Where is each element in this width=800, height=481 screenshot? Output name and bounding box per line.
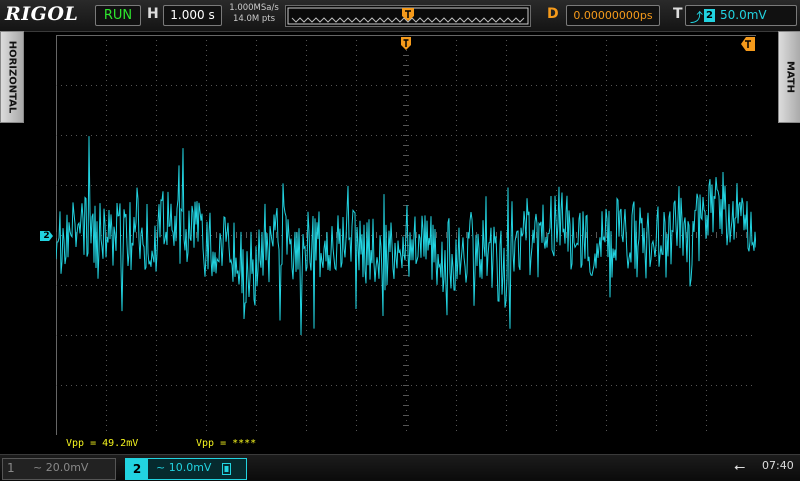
- channel-1-number: 1: [7, 461, 15, 475]
- trigger-level-marker-icon: [741, 37, 755, 51]
- bandwidth-limit-icon: [222, 463, 231, 475]
- waveform-memory-overview[interactable]: [285, 5, 531, 27]
- trigger-source-badge: 2: [704, 9, 715, 22]
- channel-2-number: 2: [126, 459, 148, 479]
- waveform-display[interactable]: [56, 35, 756, 435]
- trigger-settings[interactable]: ⤴ 2 50.0mV: [685, 5, 797, 26]
- math-tab-label: MATH: [784, 60, 796, 94]
- trigger-label: T: [673, 6, 683, 22]
- clock: 07:40: [762, 459, 794, 472]
- rising-edge-icon: ⤴: [690, 11, 704, 26]
- trigger-position-icon: [402, 8, 414, 21]
- usb-icon: ⭠: [734, 459, 746, 475]
- run-stop-status[interactable]: RUN: [95, 5, 141, 26]
- sample-rate: 1.000MSa/s: [229, 3, 279, 13]
- channel-2-tab[interactable]: 2 ~ 10.0mV: [125, 458, 247, 480]
- channel-status-bar: 1 ~ 20.0mV 2 ~ 10.0mV: [0, 454, 800, 481]
- top-status-bar: RIGOL RUN H 1.000 s 1.000MSa/s 14.0M pts…: [0, 0, 800, 32]
- rigol-logo: RIGOL: [5, 3, 79, 25]
- memory-depth: 14.0M pts: [232, 14, 276, 24]
- math-menu-tab[interactable]: MATH: [778, 31, 800, 123]
- channel-2-scale: ~ 10.0mV: [156, 461, 212, 474]
- memory-overview-graphic: [287, 7, 529, 25]
- trigger-position-marker-icon: [401, 37, 411, 50]
- delay-label: D: [547, 6, 559, 22]
- ch2-offset-marker[interactable]: 2: [40, 231, 53, 241]
- delay-value[interactable]: 0.00000000ps: [566, 5, 660, 26]
- channel-1-tab[interactable]: 1 ~ 20.0mV: [2, 458, 116, 480]
- horizontal-label: H: [147, 6, 159, 22]
- trigger-level: 50.0mV: [720, 8, 767, 22]
- measurement-vpp-ch2: Vpp = 49.2mV: [66, 438, 139, 449]
- waveform-grid: [56, 35, 756, 435]
- measurement-vpp-ch1: Vpp = ****: [196, 438, 257, 449]
- channel-1-scale: ~ 20.0mV: [33, 461, 89, 474]
- horizontal-tab-label: HORIZONTAL: [6, 40, 18, 114]
- timebase-value[interactable]: 1.000 s: [163, 5, 222, 26]
- horizontal-menu-tab[interactable]: HORIZONTAL: [0, 31, 24, 123]
